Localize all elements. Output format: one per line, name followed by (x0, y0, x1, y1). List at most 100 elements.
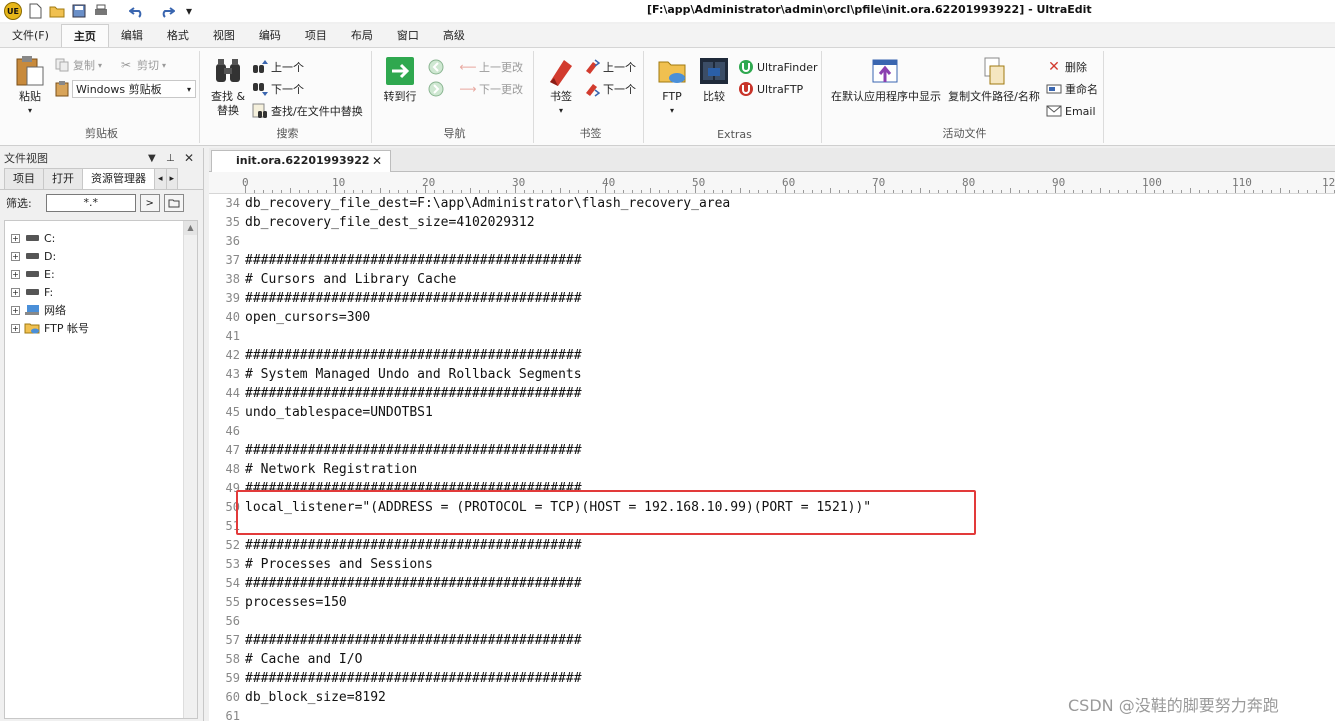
expand-icon[interactable]: + (11, 233, 20, 243)
clipboard-select[interactable]: Windows 剪贴板 ▾ (72, 80, 196, 98)
ftp-button[interactable]: FTP ▾ (652, 55, 692, 118)
tab-format[interactable]: 格式 (155, 24, 201, 47)
bookmark-button[interactable]: 书签 ▾ (542, 55, 580, 118)
expand-icon[interactable]: + (11, 287, 20, 297)
code-line[interactable]: 56 (209, 612, 1335, 631)
find-next-button[interactable]: 下一个 (252, 79, 304, 99)
tree-item-network[interactable]: + 网络 (5, 301, 197, 319)
delete-file-button[interactable]: ✕ 删除 (1046, 57, 1087, 77)
ruler-number: 0 (242, 176, 249, 189)
bookmark-next-button[interactable]: 下一个 (584, 79, 636, 99)
rename-file-button[interactable]: 重命名 (1046, 79, 1098, 99)
tab-view[interactable]: 视图 (201, 24, 247, 47)
code-line[interactable]: 53 # Processes and Sessions (209, 555, 1335, 574)
compare-button[interactable]: 比较 (694, 55, 734, 104)
line-number: 58 (225, 652, 240, 666)
code-line[interactable]: 43 # System Managed Undo and Rollback Seg… (209, 365, 1335, 384)
code-line[interactable]: 42 ######################################… (209, 346, 1335, 365)
code-line[interactable]: 36 (209, 232, 1335, 251)
document-tab[interactable]: init.ora.62201993922 ✕ (211, 150, 391, 172)
nav-back-icon[interactable] (428, 57, 447, 77)
redo-icon[interactable] (158, 2, 176, 20)
code-line[interactable]: 38 # Cursors and Library Cache (209, 270, 1335, 289)
open-folder-icon[interactable] (48, 2, 66, 20)
filter-apply-button[interactable]: > (139, 194, 160, 212)
tab-file[interactable]: 文件(F) (0, 24, 61, 47)
code-line[interactable]: 47 ######################################… (209, 441, 1335, 460)
code-line[interactable]: 39 ######################################… (209, 289, 1335, 308)
code-line[interactable]: 59 ######################################… (209, 669, 1335, 688)
code-line[interactable]: 52 ######################################… (209, 536, 1335, 555)
close-tab-icon[interactable]: ✕ (372, 151, 382, 171)
find-prev-button[interactable]: 上一个 (252, 57, 304, 77)
code-line[interactable]: 34 db_recovery_file_dest=F:\app\Administr… (209, 194, 1335, 213)
code-line[interactable]: 35 db_recovery_file_dest_size=4102029312 (209, 213, 1335, 232)
qat-customize-icon[interactable]: ▾ (180, 2, 198, 20)
tab-explorer[interactable]: 资源管理器 (82, 168, 155, 189)
save-icon[interactable] (70, 2, 88, 20)
code-line[interactable]: 54 ######################################… (209, 574, 1335, 593)
find-in-files-button[interactable]: 查找/在文件中替换 (252, 101, 363, 121)
ruler-tick (1100, 188, 1101, 193)
prev-change-button[interactable]: ⟵ 上一更改 (459, 57, 523, 77)
tab-encoding[interactable]: 编码 (247, 24, 293, 47)
code-line[interactable]: 41 (209, 327, 1335, 346)
close-panel-icon[interactable]: ✕ (184, 151, 194, 165)
code-line[interactable]: 45 undo_tablespace=UNDOTBS1 (209, 403, 1335, 422)
email-file-button[interactable]: Email (1046, 101, 1096, 121)
bookmark-prev-button[interactable]: 上一个 (584, 57, 636, 77)
paste-button[interactable]: 粘贴 ▾ (10, 55, 50, 118)
tab-advanced[interactable]: 高级 (431, 24, 477, 47)
pin-icon[interactable]: ⊥ (166, 153, 175, 164)
ruler-tick (659, 190, 660, 193)
ruler-tick (506, 190, 507, 193)
nav-forward-icon[interactable] (428, 79, 447, 99)
tree-scrollbar[interactable]: ▲ (183, 221, 197, 718)
code-line[interactable]: 58 # Cache and I/O (209, 650, 1335, 669)
expand-icon[interactable]: + (11, 251, 20, 261)
tab-scroll-right-icon[interactable]: ▸ (165, 168, 179, 189)
find-replace-button[interactable]: 查找 & 替换 (206, 55, 250, 118)
undo-icon[interactable] (128, 2, 146, 20)
code-line[interactable]: 48 # Network Registration (209, 460, 1335, 479)
text-editor[interactable]: 34 db_recovery_file_dest=F:\app\Administr… (209, 194, 1335, 721)
code-line[interactable]: 44 ######################################… (209, 384, 1335, 403)
expand-icon[interactable]: + (11, 269, 20, 279)
expand-icon[interactable]: + (11, 323, 20, 333)
tab-layout[interactable]: 布局 (339, 24, 385, 47)
tree-item-drive-f[interactable]: + F: (5, 283, 197, 301)
drive-icon (24, 286, 40, 298)
tab-window[interactable]: 窗口 (385, 24, 431, 47)
tree-item-ftp-accounts[interactable]: + FTP 帐号 (5, 319, 197, 337)
code-line[interactable]: 40 open_cursors=300 (209, 308, 1335, 327)
cut-button[interactable]: ✂ 剪切 ▾ (118, 55, 166, 75)
show-in-default-app-button[interactable]: 在默认应用程序中显示 (830, 55, 942, 104)
filter-input[interactable]: *.* (45, 194, 136, 212)
goto-line-button[interactable]: 转到行 (380, 55, 420, 104)
scroll-up-icon[interactable]: ▲ (184, 221, 197, 235)
code-line[interactable]: 46 (209, 422, 1335, 441)
tab-project[interactable]: 项目 (293, 24, 339, 47)
print-icon[interactable] (92, 2, 110, 20)
code-line[interactable]: 55 processes=150 (209, 593, 1335, 612)
code-line[interactable]: 37 ######################################… (209, 251, 1335, 270)
line-number: 35 (225, 215, 240, 229)
copy-file-path-button[interactable]: 复制文件路径/名称 (944, 55, 1044, 104)
tree-item-drive-d[interactable]: + D: (5, 247, 197, 265)
next-change-button[interactable]: ⟶ 下一更改 (459, 79, 523, 99)
code-line[interactable]: 57 ######################################… (209, 631, 1335, 650)
ultrafinder-button[interactable]: UltraFinder (738, 57, 818, 77)
tab-home[interactable]: 主页 (60, 24, 109, 47)
panel-menu-icon[interactable]: ▼ (148, 153, 156, 164)
expand-icon[interactable]: + (11, 305, 20, 315)
browse-folder-button[interactable] (163, 194, 184, 212)
new-file-icon[interactable] (26, 2, 44, 20)
tab-open-files[interactable]: 打开 (43, 168, 83, 189)
tab-project-files[interactable]: 项目 (4, 168, 44, 189)
ultraftp-button[interactable]: UltraFTP (738, 79, 803, 99)
copy-button[interactable]: 复制 ▾ (54, 55, 102, 75)
tree-item-drive-c[interactable]: + C: (5, 229, 197, 247)
network-icon (24, 304, 40, 316)
tab-edit[interactable]: 编辑 (109, 24, 155, 47)
tree-item-drive-e[interactable]: + E: (5, 265, 197, 283)
